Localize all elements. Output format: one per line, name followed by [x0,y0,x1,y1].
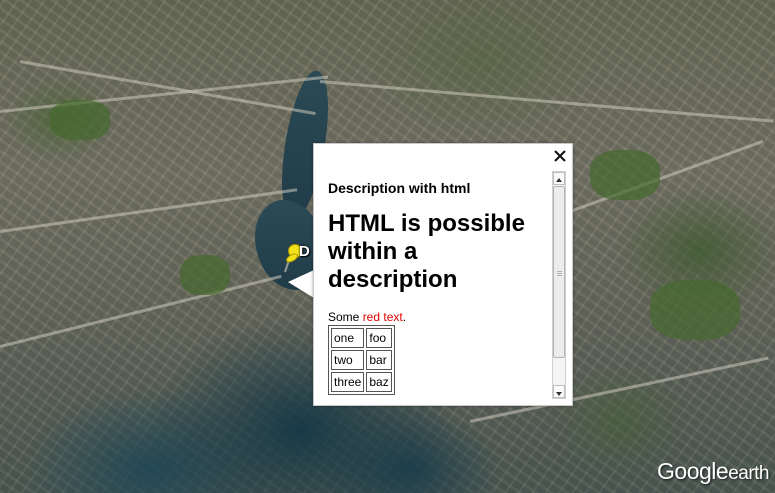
grip-line [557,271,562,272]
park [590,150,660,200]
arrow-down-icon [556,392,562,396]
balloon-content: Description with html HTML is possible w… [328,172,550,400]
grip-line [557,275,562,276]
table-cell: bar [366,350,392,370]
close-icon[interactable] [552,148,568,164]
road [0,188,298,233]
description-text: Some red text. [328,310,550,324]
park [50,100,110,140]
red-text: red text [362,310,403,324]
scroll-up-button[interactable] [553,172,565,185]
balloon-scrollbar[interactable] [552,171,566,399]
road [319,80,774,123]
table-row: two bar [331,350,392,370]
table-row: three baz [331,372,392,392]
balloon-heading: HTML is possible within a description [328,210,525,293]
table-row: one foo [331,328,392,348]
balloon-tail [288,270,314,298]
scrollbar-thumb[interactable] [553,186,565,358]
table-cell: one [331,328,365,348]
placemark-label[interactable]: D [299,243,310,260]
description-table: one foo two bar three baz [328,325,395,395]
balloon-subtitle: Description with html [328,180,471,196]
text-prefix: Some [328,310,363,324]
logo-google: Google [657,458,729,484]
scroll-down-button[interactable] [553,385,565,398]
grip-line [557,273,562,274]
logo-earth: earth [728,463,769,484]
park [180,255,230,295]
table-cell: three [331,372,365,392]
google-earth-logo: Googleearth [657,458,769,485]
table-cell: foo [366,328,392,348]
park [650,280,740,340]
info-balloon: Description with html HTML is possible w… [313,143,573,406]
text-suffix: . [402,310,407,324]
table-cell: two [331,350,365,370]
table-cell: baz [366,372,392,392]
road [0,274,282,348]
arrow-up-icon [556,178,562,182]
